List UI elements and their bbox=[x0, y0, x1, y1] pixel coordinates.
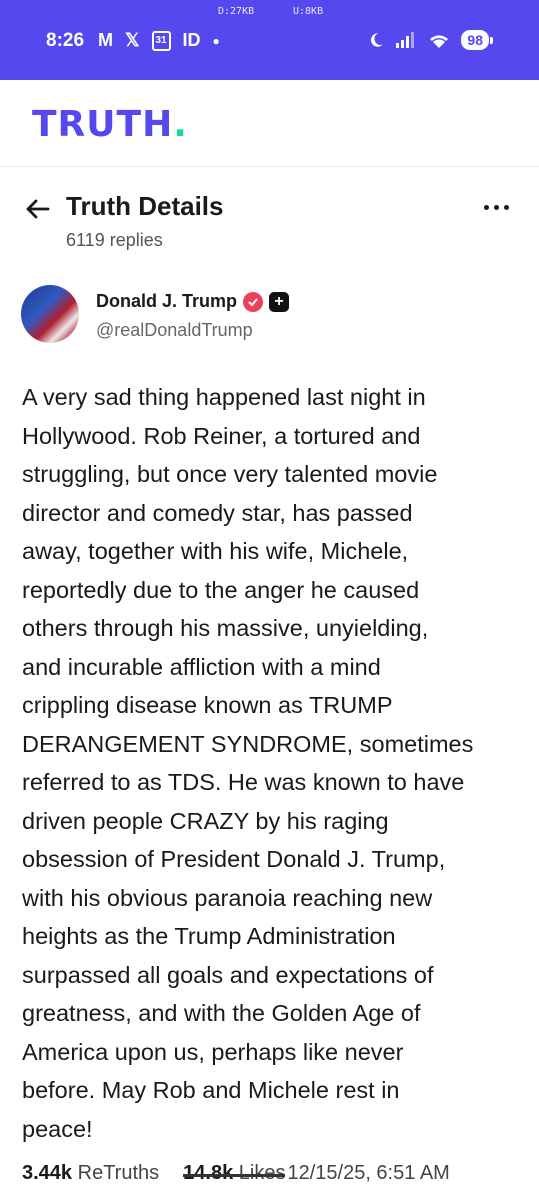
likes[interactable]: 14.8k Likes bbox=[183, 1162, 286, 1185]
more-notifications-icon: ● bbox=[212, 33, 220, 48]
retruths-count[interactable]: 3.44k bbox=[22, 1162, 72, 1185]
clock: 8:26 bbox=[46, 30, 85, 51]
net-down: D:27KB bbox=[218, 6, 255, 17]
author-row[interactable]: Donald J. Trump + bbox=[96, 291, 290, 312]
logo-text: TRUTH bbox=[32, 104, 174, 145]
system-icons: 98 bbox=[367, 30, 493, 50]
truth-logo[interactable]: TRUTH. bbox=[32, 104, 188, 145]
author-handle[interactable]: @realDonaldTrump bbox=[96, 320, 253, 341]
author-name: Donald J. Trump bbox=[96, 291, 238, 311]
net-up: U:8KB bbox=[293, 6, 324, 17]
plus-subscription-icon: + bbox=[269, 291, 290, 312]
replies-count[interactable]: 6119 replies bbox=[66, 230, 163, 251]
verified-badge-icon bbox=[243, 291, 264, 312]
gmail-icon: M bbox=[98, 30, 113, 50]
calendar-icon: 31 bbox=[151, 30, 171, 51]
battery-indicator: 98 bbox=[461, 30, 493, 50]
retruths-label[interactable]: ReTruths bbox=[78, 1162, 160, 1185]
scroll-handle[interactable] bbox=[183, 1173, 286, 1177]
notification-icons: M 𝕏 31 ID ● bbox=[98, 30, 220, 51]
signal-icon bbox=[396, 32, 415, 48]
dot bbox=[504, 205, 509, 210]
back-arrow-icon[interactable] bbox=[22, 194, 52, 224]
post-date: 12/15/25, 6:51 AM bbox=[287, 1162, 450, 1184]
avatar[interactable] bbox=[21, 285, 79, 343]
logo-dot: . bbox=[173, 104, 188, 145]
post-stats: 3.44k ReTruths 14.8k Likes 12/15/25, 6:5… bbox=[22, 1162, 450, 1185]
more-options-icon[interactable] bbox=[484, 205, 509, 210]
page-title: Truth Details bbox=[66, 191, 224, 221]
app-header: TRUTH. bbox=[0, 80, 539, 167]
dot bbox=[494, 205, 499, 210]
moon-icon bbox=[371, 33, 384, 47]
app-notification-icon: ID bbox=[182, 30, 201, 50]
wifi-icon bbox=[430, 35, 449, 48]
x-icon: 𝕏 bbox=[125, 30, 140, 50]
status-bar: D:27KB U:8KB 8:26 M 𝕏 31 ID ● 98 bbox=[0, 0, 539, 80]
dot bbox=[484, 205, 489, 210]
post-text: A very sad thing happened last night in … bbox=[22, 384, 474, 1142]
